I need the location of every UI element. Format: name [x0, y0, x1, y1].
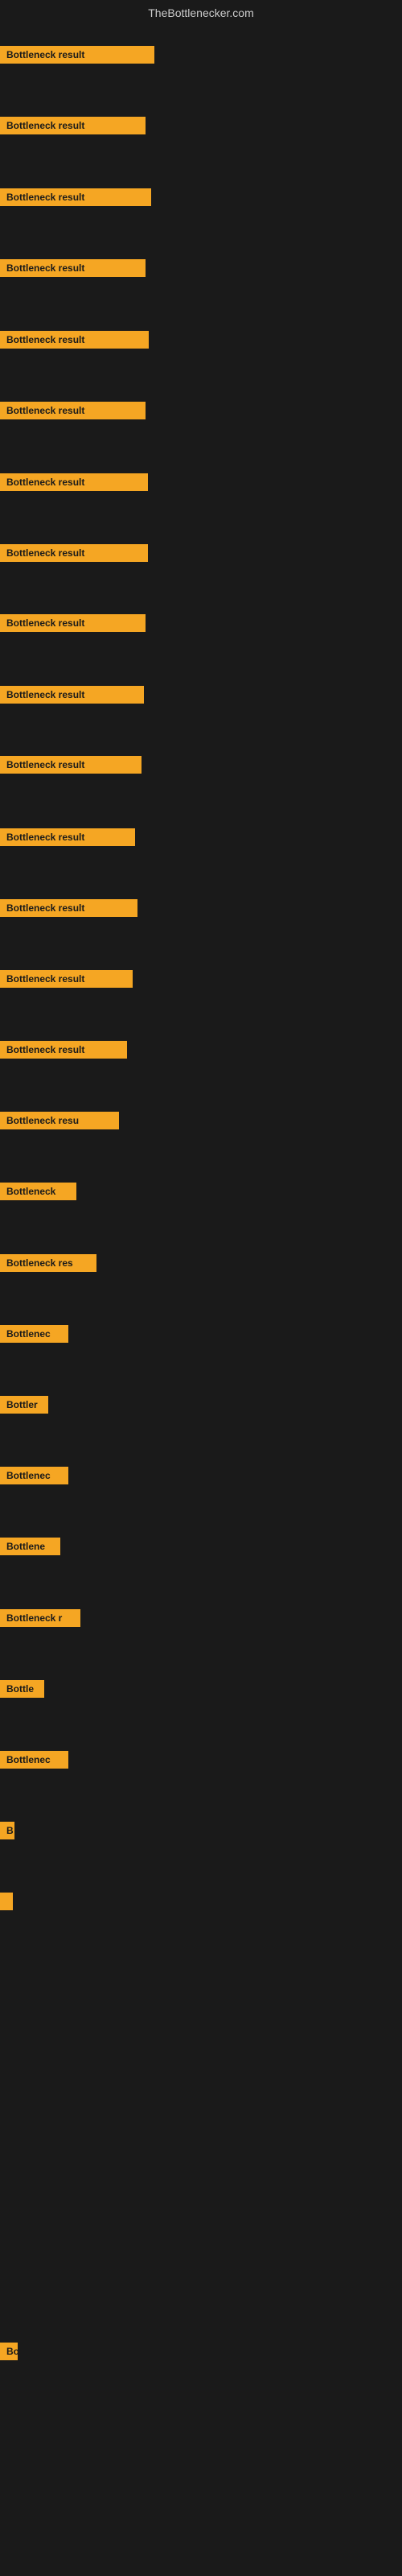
bottleneck-badge-17[interactable]: Bottleneck — [0, 1183, 76, 1200]
bottleneck-badge-1[interactable]: Bottleneck result — [0, 46, 154, 64]
site-title: TheBottlenecker.com — [148, 6, 254, 19]
bottleneck-badge-3[interactable]: Bottleneck result — [0, 188, 151, 206]
bottleneck-badge-2[interactable]: Bottleneck result — [0, 117, 146, 134]
bottleneck-item-12: Bottleneck result — [0, 828, 135, 850]
bottleneck-item-17: Bottleneck — [0, 1183, 76, 1204]
bottleneck-badge-4[interactable]: Bottleneck result — [0, 259, 146, 277]
bottleneck-item-23: Bottleneck r — [0, 1609, 80, 1631]
bottleneck-item-20: Bottler — [0, 1396, 48, 1418]
bottleneck-item-18: Bottleneck res — [0, 1254, 96, 1276]
bottleneck-badge-15[interactable]: Bottleneck result — [0, 1041, 127, 1059]
bottleneck-badge-7[interactable]: Bottleneck result — [0, 473, 148, 491]
bottleneck-item-28: Bo — [0, 2343, 18, 2364]
bottleneck-badge-8[interactable]: Bottleneck result — [0, 544, 148, 562]
bottleneck-item-21: Bottlenec — [0, 1467, 68, 1488]
bottleneck-badge-16[interactable]: Bottleneck resu — [0, 1112, 119, 1129]
bottleneck-item-15: Bottleneck result — [0, 1041, 127, 1063]
bottleneck-item-6: Bottleneck result — [0, 402, 146, 423]
bottleneck-item-10: Bottleneck result — [0, 686, 144, 708]
bottleneck-badge-20[interactable]: Bottler — [0, 1396, 48, 1414]
bottleneck-badge-27[interactable] — [0, 1893, 13, 1910]
bottleneck-badge-22[interactable]: Bottlene — [0, 1538, 60, 1555]
bottleneck-item-13: Bottleneck result — [0, 899, 137, 921]
bottleneck-item-14: Bottleneck result — [0, 970, 133, 992]
bottleneck-item-8: Bottleneck result — [0, 544, 148, 566]
bottleneck-badge-26[interactable]: B — [0, 1822, 14, 1839]
bottleneck-badge-12[interactable]: Bottleneck result — [0, 828, 135, 846]
bottleneck-item-22: Bottlene — [0, 1538, 60, 1559]
bottleneck-item-27 — [0, 1893, 13, 1914]
bottleneck-badge-9[interactable]: Bottleneck result — [0, 614, 146, 632]
bottleneck-item-19: Bottlenec — [0, 1325, 68, 1347]
bottleneck-badge-18[interactable]: Bottleneck res — [0, 1254, 96, 1272]
bottleneck-badge-23[interactable]: Bottleneck r — [0, 1609, 80, 1627]
bottleneck-badge-10[interactable]: Bottleneck result — [0, 686, 144, 704]
bottleneck-badge-14[interactable]: Bottleneck result — [0, 970, 133, 988]
bottleneck-item-16: Bottleneck resu — [0, 1112, 119, 1133]
bottleneck-badge-11[interactable]: Bottleneck result — [0, 756, 142, 774]
bottleneck-item-26: B — [0, 1822, 14, 1843]
site-header: TheBottlenecker.com — [0, 0, 402, 23]
bottleneck-item-24: Bottle — [0, 1680, 44, 1702]
bottleneck-badge-5[interactable]: Bottleneck result — [0, 331, 149, 349]
bottleneck-badge-19[interactable]: Bottlenec — [0, 1325, 68, 1343]
bottleneck-item-9: Bottleneck result — [0, 614, 146, 636]
bottleneck-item-5: Bottleneck result — [0, 331, 149, 353]
bottleneck-item-4: Bottleneck result — [0, 259, 146, 281]
bottleneck-badge-6[interactable]: Bottleneck result — [0, 402, 146, 419]
bottleneck-badge-28[interactable]: Bo — [0, 2343, 18, 2360]
bottleneck-item-7: Bottleneck result — [0, 473, 148, 495]
bottleneck-badge-25[interactable]: Bottlenec — [0, 1751, 68, 1769]
bottleneck-badge-13[interactable]: Bottleneck result — [0, 899, 137, 917]
bottleneck-item-2: Bottleneck result — [0, 117, 146, 138]
bottleneck-item-3: Bottleneck result — [0, 188, 151, 210]
bottleneck-badge-24[interactable]: Bottle — [0, 1680, 44, 1698]
bottleneck-item-1: Bottleneck result — [0, 46, 154, 68]
bottleneck-item-11: Bottleneck result — [0, 756, 142, 778]
bottleneck-item-25: Bottlenec — [0, 1751, 68, 1773]
bottleneck-badge-21[interactable]: Bottlenec — [0, 1467, 68, 1484]
